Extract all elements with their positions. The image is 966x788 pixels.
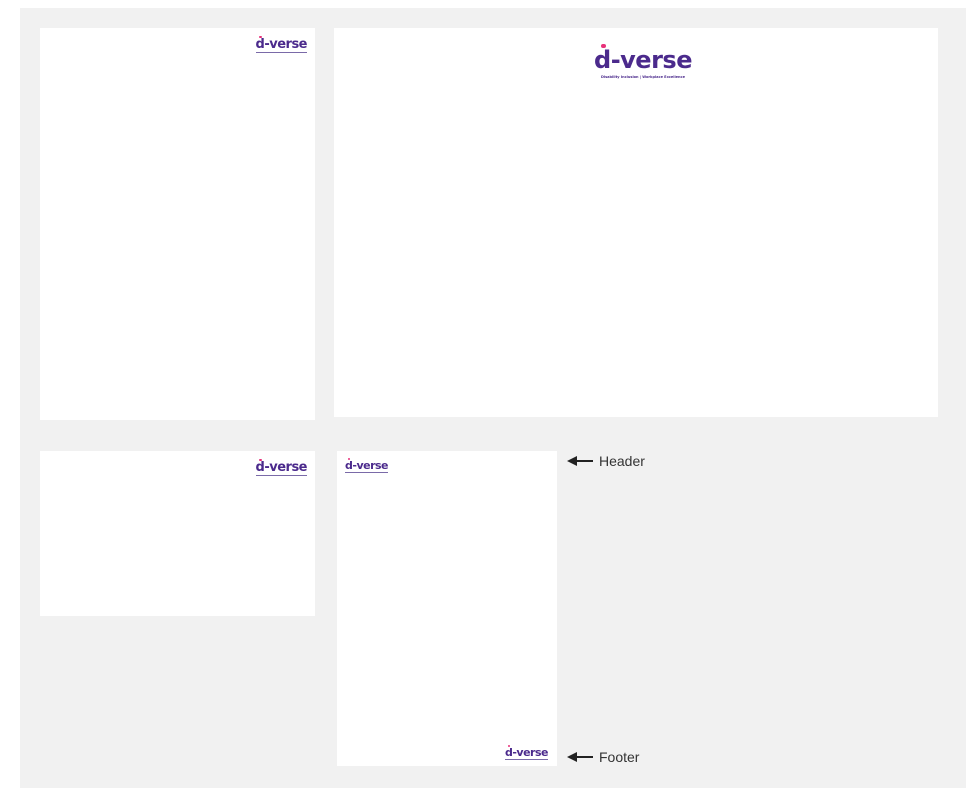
diverse-logo-large: d -verse Disability Inclusion | Workplace…	[594, 43, 692, 78]
footer-label: Footer	[599, 749, 640, 765]
logo-underline	[255, 475, 307, 476]
diverse-logo-header: d -verse	[345, 458, 389, 473]
logo-d-glyph: d	[504, 745, 513, 759]
arrow-left-icon	[567, 752, 593, 762]
arrow-left-icon	[567, 456, 593, 466]
header-annotation: Header	[567, 453, 645, 469]
footer-annotation: Footer	[567, 749, 639, 765]
page-mockup-portrait: d -verse	[40, 28, 315, 420]
page-mockup-header-footer: d -verse d -verse	[337, 451, 557, 766]
diverse-logo: d -verse	[255, 35, 307, 53]
diverse-logo-footer: d -verse	[504, 745, 548, 760]
page-mockup-small: d -verse	[40, 451, 315, 616]
logo-d-glyph: d	[345, 458, 353, 472]
diverse-logo: d -verse	[255, 458, 307, 476]
logo-tagline: Disability Inclusion | Workplace Excelle…	[600, 74, 685, 79]
logo-dot-icon	[259, 35, 262, 39]
artboard-canvas: d -verse d -verse Disability Inclusion | W…	[20, 8, 966, 788]
logo-dot-icon	[259, 458, 262, 462]
logo-underline	[504, 759, 548, 760]
page-mockup-landscape: d -verse Disability Inclusion | Workplace…	[334, 28, 938, 417]
logo-d-glyph: d	[255, 35, 265, 52]
logo-d-glyph: d	[255, 458, 265, 475]
logo-underline	[345, 472, 389, 473]
header-label: Header	[599, 453, 645, 469]
logo-underline	[255, 52, 307, 53]
logo-d-glyph: d	[594, 43, 611, 72]
